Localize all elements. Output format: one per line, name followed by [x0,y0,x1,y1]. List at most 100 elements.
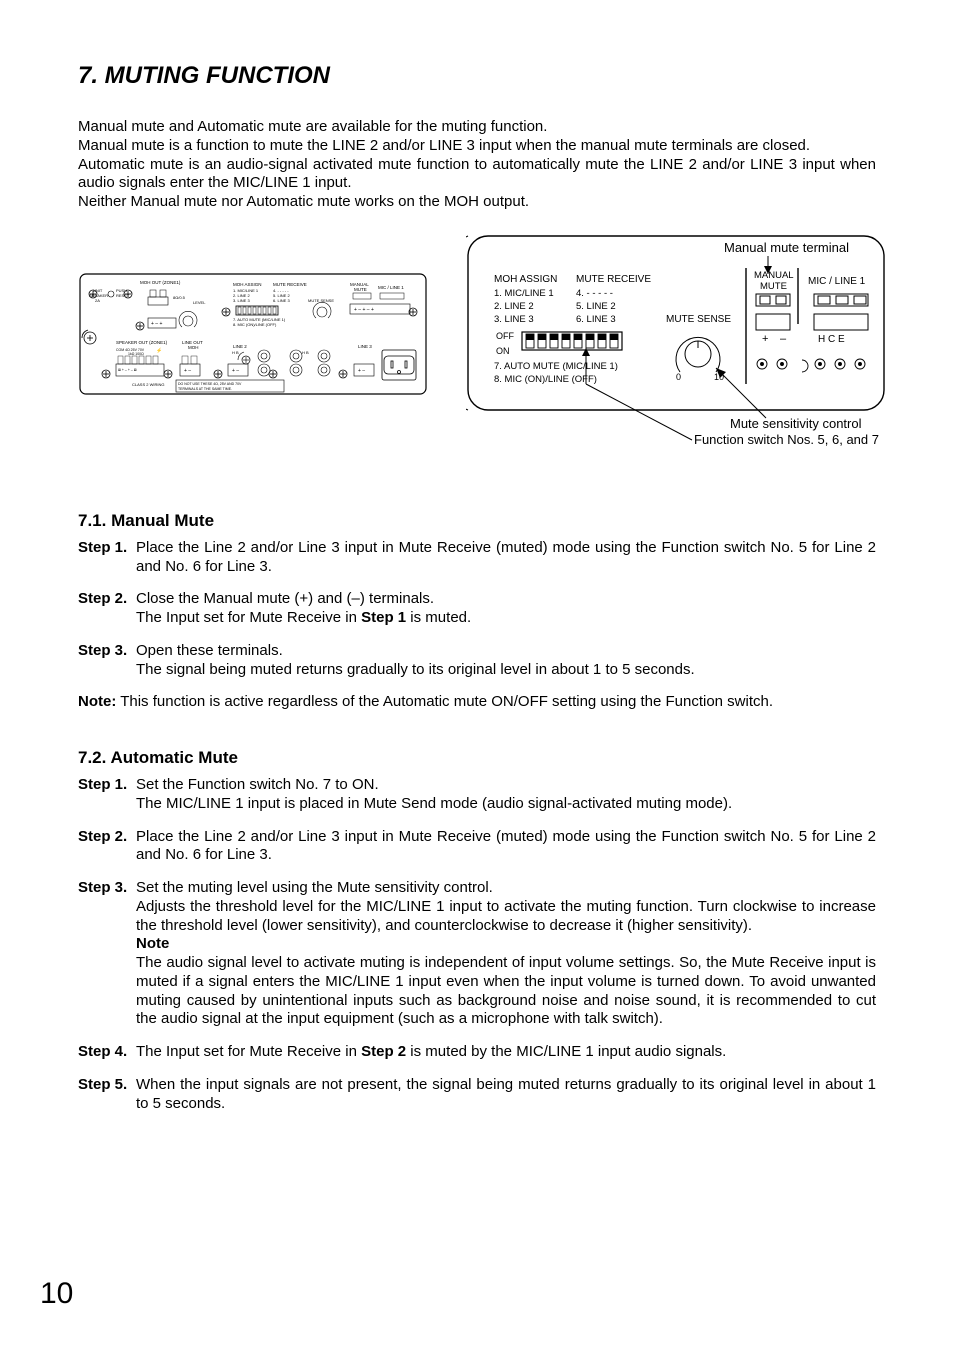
hce-label: H C E [818,334,845,345]
s72-step2: Step 2. Place the Line 2 and/or Line 3 i… [78,828,876,866]
step-body: Close the Manual mute (+) and (–) termin… [136,590,876,628]
s71-step2: Step 2. Close the Manual mute (+) and (–… [78,590,876,628]
step-body: When the input signals are not present, … [136,1076,876,1114]
step-body: The Input set for Mute Receive in Step 2… [136,1043,876,1062]
s72-step4-pre: The Input set for Mute Receive in [136,1043,361,1060]
s72-step1: Step 1. Set the Function switch No. 7 to… [78,776,876,814]
svg-text:LINE 2: LINE 2 [233,344,247,349]
dip-switch [522,332,622,350]
step2-line2-pre: The Input set for Mute Receive in [136,609,361,626]
note-text: This function is active regardless of th… [116,693,773,710]
subsection-72-heading: 7.2. Automatic Mute [78,748,876,768]
callout-manual-mute-terminal: Manual mute terminal [724,240,849,255]
s71-step1: Step 1. Place the Line 2 and/or Line 3 i… [78,539,876,577]
section-title: 7. MUTING FUNCTION [78,62,876,90]
step-label: Step 1. [78,539,136,577]
rear-panel-callout: Manual mute terminal Mute sensitivity co… [466,234,886,449]
s72-step3-note-label: Note [136,935,169,952]
manual-mute-head: MANUAL [754,270,794,281]
intro-p3: Automatic mute is an audio-signal activa… [78,156,876,194]
moh-row-2: 2. LINE 2 [494,301,534,312]
mic-on-line-label: 8. MIC (ON)/LINE (OFF) [494,374,597,385]
mute-row-6: 6. LINE 3 [576,314,616,325]
svg-text:8Ω/0.5: 8Ω/0.5 [173,295,186,300]
svg-text:6. LINE 3: 6. LINE 3 [273,298,290,303]
svg-text:+ –: + – [232,368,239,374]
svg-text:MUTE: MUTE [760,281,787,292]
svg-text:H B: H B [232,350,239,355]
mute-receive-head: MUTE RECEIVE [576,274,651,285]
svg-text:MIC / LINE 1: MIC / LINE 1 [378,285,404,290]
mic-line1-head: MIC / LINE 1 [808,276,866,287]
s72-step3: Step 3. Set the muting level using the M… [78,879,876,1029]
s72-step3-line2: Adjusts the threshold level for the MIC/… [136,898,876,934]
svg-text:+ – + – +: + – + – + [354,307,374,313]
sense-max: 10 [714,372,724,382]
moh-assign-head: MOH ASSIGN [494,274,557,285]
svg-text:MUTE: MUTE [354,287,367,292]
dip-on-label: ON [496,346,510,356]
step-label: Step 4. [78,1043,136,1062]
step3-line2: The signal being muted returns gradually… [136,661,695,678]
manual-mute-minus: – [780,333,787,345]
mute-sense-knob [676,337,720,372]
svg-text:⚡: ⚡ [156,347,162,354]
intro-p1: Manual mute and Automatic mute are avail… [78,118,876,137]
intro-block: Manual mute and Automatic mute are avail… [78,118,876,212]
s71-note: Note: This function is active regardless… [78,693,876,712]
s71-step3: Step 3. Open these terminals. The signal… [78,642,876,680]
intro-p4: Neither Manual mute nor Automatic mute w… [78,193,876,212]
step-body: Open these terminals. The signal being m… [136,642,876,680]
moh-out-label: MOH OUT (ZONE1) [140,280,181,285]
s72-step1-line2: The MIC/LINE 1 input is placed in Mute S… [136,795,732,812]
svg-text:+ –: + – [358,368,365,374]
svg-text:H B: H B [302,350,309,355]
svg-text:RESET: RESET [116,293,130,298]
s72-step4-post: is muted by the MIC/LINE 1 input audio s… [406,1043,726,1060]
svg-text:MUTE RECEIVE: MUTE RECEIVE [273,282,307,287]
svg-text:3. LINE 3: 3. LINE 3 [233,298,250,303]
step2-bold: Step 1 [361,609,406,626]
step-label: Step 3. [78,879,136,1029]
svg-text:MOH: MOH [188,345,199,350]
step-body: Set the muting level using the Mute sens… [136,879,876,1029]
svg-text:8. MIC (ON)/LINE (OFF): 8. MIC (ON)/LINE (OFF) [233,322,277,327]
s72-step3-line1: Set the muting level using the Mute sens… [136,879,493,896]
step2-line2-post: is muted. [406,609,471,626]
svg-text:+ – +: + – + [151,321,162,327]
step-body: Place the Line 2 and/or Line 3 input in … [136,539,876,577]
step-label: Step 2. [78,828,136,866]
svg-text:+ –: + – [184,368,191,374]
manual-mute-plus: + [762,333,768,345]
auto-mute-label: 7. AUTO MUTE (MIC/LINE 1) [494,361,618,372]
step-label: Step 1. [78,776,136,814]
moh-row-1: 1. MIC/LINE 1 [494,288,554,299]
figure-area: UNITBREAKER2A PUSH RESET MOH OUT (ZONE1)… [78,234,876,449]
svg-text:DO NOT USE THESE 4Ω, 25V AND 7: DO NOT USE THESE 4Ω, 25V AND 70V [178,382,242,386]
step-label: Step 2. [78,590,136,628]
s72-step3-note-text: The audio signal level to activate mutin… [136,954,876,1027]
moh-row-3: 3. LINE 3 [494,314,534,325]
page-number: 10 [40,1277,73,1311]
callout-mute-sensitivity: Mute sensitivity control [730,416,862,431]
step-label: Step 5. [78,1076,136,1114]
subsection-71-heading: 7.1. Manual Mute [78,511,876,531]
svg-text:LINE 3: LINE 3 [358,344,372,349]
note-label: Note: [78,693,116,710]
mute-row-4: 4. - - - - - [576,288,613,299]
s72-step5: Step 5. When the input signals are not p… [78,1076,876,1114]
svg-text:CLASS 2 WIRING: CLASS 2 WIRING [132,382,164,387]
svg-text:SPEAKER OUT (ZONE1): SPEAKER OUT (ZONE1) [116,340,168,345]
s72-step4-bold: Step 2 [361,1043,406,1060]
sense-min: 0 [676,372,681,382]
step-body: Place the Line 2 and/or Line 3 input in … [136,828,876,866]
step2-line1: Close the Manual mute (+) and (–) termin… [136,590,434,607]
intro-p2: Manual mute is a function to mute the LI… [78,137,876,156]
s72-step1-line1: Set the Function switch No. 7 to ON. [136,776,379,793]
svg-text:1kΩ 100Ω: 1kΩ 100Ω [128,352,144,356]
s72-step4: Step 4. The Input set for Mute Receive i… [78,1043,876,1062]
step-label: Step 3. [78,642,136,680]
rear-panel-overview: UNITBREAKER2A PUSH RESET MOH OUT (ZONE1)… [78,234,428,424]
step-body: Set the Function switch No. 7 to ON. The… [136,776,876,814]
moh-assign-head-small: MOH ASSIGN [233,282,262,287]
